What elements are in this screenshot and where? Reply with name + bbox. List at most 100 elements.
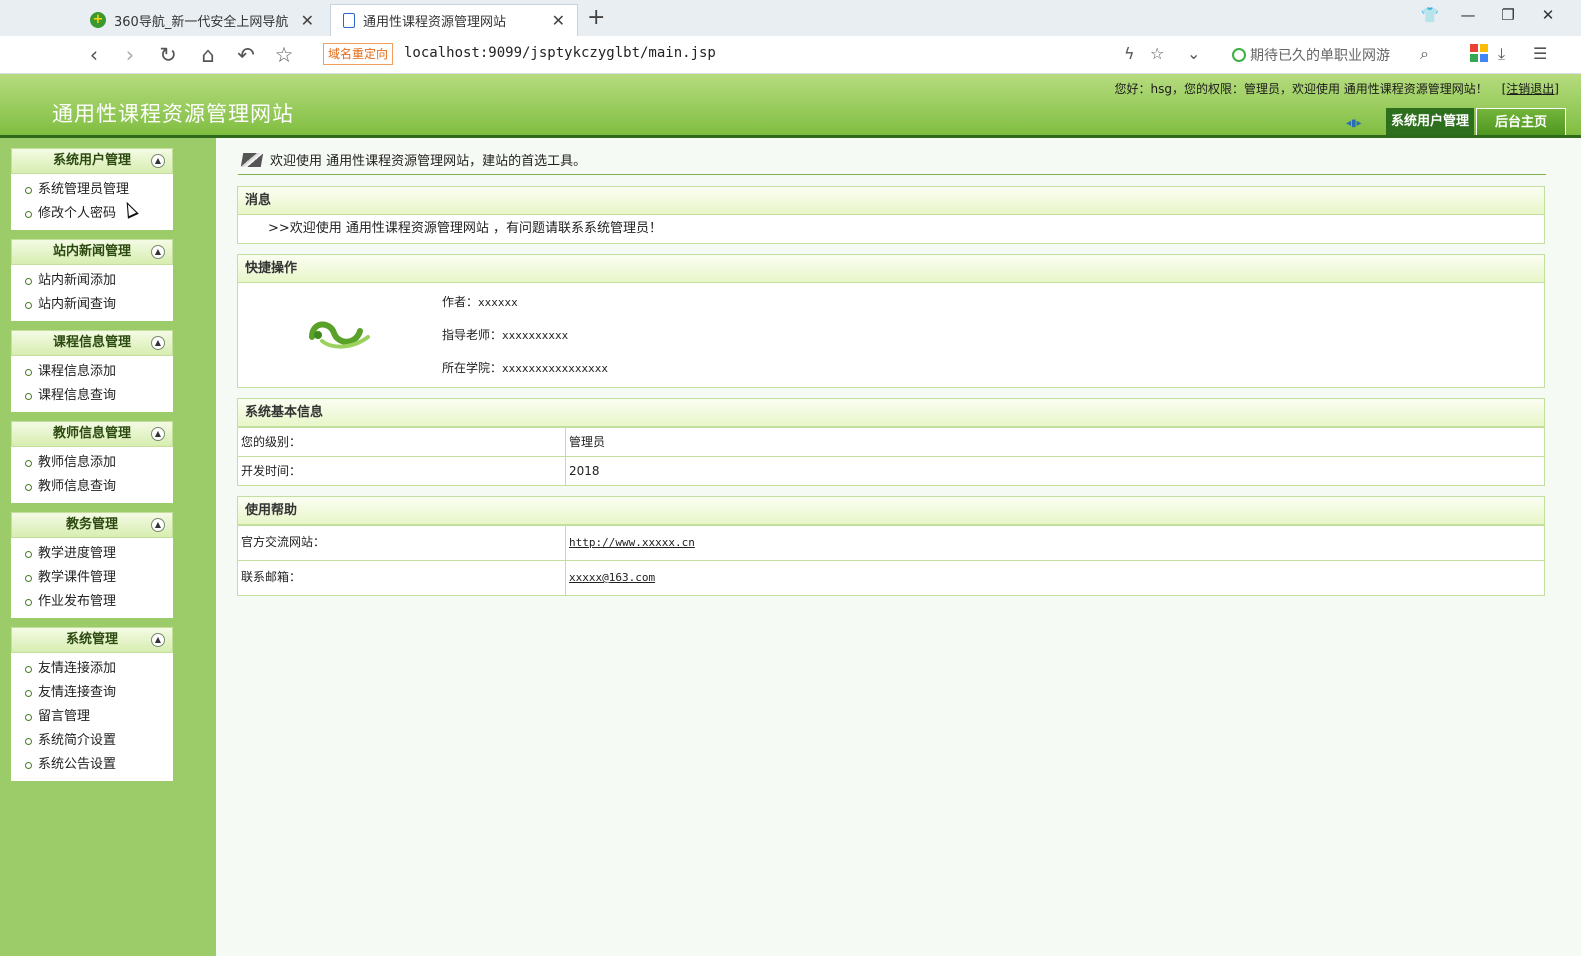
download-icon[interactable]: ⤓ [1498,44,1505,64]
forward-icon[interactable]: › [116,42,144,68]
sidebar-item-label: 课程信息添加 [38,364,117,379]
home-icon[interactable]: ⌂ [194,42,222,68]
contact-email-link[interactable]: xxxxx@163.com [569,571,655,584]
sidebar-item-teacher-query[interactable]: 教师信息查询 [11,475,173,499]
bullet-icon [25,186,32,194]
sidebar-item-label: 教师信息添加 [38,455,117,470]
admin-home-button[interactable]: 后台主页 [1476,108,1566,136]
sidebar-item-intro-settings[interactable]: 系统简介设置 [11,729,173,753]
refresh-icon[interactable]: ↻ [154,42,182,68]
sidebar-item-news-query[interactable]: 站内新闻查询 [11,293,173,317]
sidebar-item-admin-mgmt[interactable]: 系统管理员管理 [11,178,173,202]
sidebar-item-label: 站内新闻添加 [38,273,117,288]
sidebar-item-notice-settings[interactable]: 系统公告设置 [11,753,173,777]
tab-360-nav[interactable]: + 360导航_新一代安全上网导航 ✕ [78,4,326,36]
bullet-icon [25,392,32,400]
search-suggestion[interactable]: 期待已久的单职业网游 [1232,45,1390,65]
row-label: 您的级别： [238,428,566,456]
bullet-icon [25,368,32,376]
close-window-icon[interactable]: ✕ [1536,6,1560,24]
collapse-icon[interactable]: ▲ [151,633,165,647]
menu-group-header[interactable]: 教务管理 ▲ [11,512,173,538]
bullet-icon [25,737,32,745]
sidebar-item-course-add[interactable]: 课程信息添加 [11,360,173,384]
sidebar-item-label: 系统简介设置 [38,733,117,748]
menu-group-title: 课程信息管理 [52,335,131,350]
sidebar-item-link-add[interactable]: 友情连接添加 [11,657,173,681]
sidebar-item-courseware[interactable]: 教学课件管理 [11,566,173,590]
welcome-banner: 欢迎使用 通用性课程资源管理网站，建站的首选工具。 [240,150,587,169]
panel-title: 快捷操作 [238,255,1544,283]
sidebar-item-teacher-add[interactable]: 教师信息添加 [11,451,173,475]
sidebar-item-course-query[interactable]: 课程信息查询 [11,384,173,408]
favorite-star-icon[interactable]: ☆ [270,42,298,68]
search-engine-icon [1232,48,1246,62]
menu-group-header[interactable]: 课程信息管理 ▲ [11,330,173,356]
bullet-icon [25,210,32,218]
new-tab-button[interactable]: + [587,5,605,30]
menu-group-header[interactable]: 系统管理 ▲ [11,627,173,653]
book-icon [240,152,264,167]
sidebar-item-news-add[interactable]: 站内新闻添加 [11,269,173,293]
module-button-user-mgmt[interactable]: 系统用户管理 [1386,108,1474,136]
sidebar-item-link-query[interactable]: 友情连接查询 [11,681,173,705]
search-icon[interactable]: ⌕ [1420,44,1429,64]
greeting-text: 您好：hsg，您的权限：管理员，欢迎使用 通用性课程资源管理网站！ [1114,82,1488,96]
menu-group-header[interactable]: 教师信息管理 ▲ [11,421,173,447]
panel-title: 系统基本信息 [238,399,1544,427]
restore-icon[interactable]: ❐ [1496,6,1520,24]
welcome-text: 欢迎使用 通用性课程资源管理网站，建站的首选工具。 [270,154,587,169]
bullet-icon [25,277,32,285]
back-icon[interactable]: ‹ [80,42,108,68]
table-row: 联系邮箱： xxxxx@163.com [238,560,1544,595]
minimize-icon[interactable]: — [1456,6,1480,24]
collapse-icon[interactable]: ▲ [151,245,165,259]
close-icon[interactable]: ✕ [301,11,314,30]
sidebar-item-homework[interactable]: 作业发布管理 [11,590,173,614]
toggle-sidebar-icon[interactable] [1346,115,1370,127]
skin-icon[interactable]: 👕 [1418,6,1442,24]
close-icon[interactable]: ✕ [552,11,565,30]
tab-course-site[interactable]: 通用性课程资源管理网站 ✕ [330,4,578,36]
redirect-badge[interactable]: 域名重定向 [323,43,394,65]
menu-group-title: 教师信息管理 [52,426,131,441]
bookmark-star-icon[interactable]: ☆ [1150,44,1164,63]
menu-group-title: 教务管理 [65,517,118,532]
tab-title: 360导航_新一代安全上网导航 [114,14,289,30]
speed-mode-icon[interactable]: ϟ [1124,44,1135,63]
site-logo-icon [309,321,370,349]
sidebar-item-label: 作业发布管理 [38,594,117,609]
bullet-icon [25,301,32,309]
table-row: 开发时间： 2018 [238,456,1544,485]
collapse-icon[interactable]: ▲ [151,336,165,350]
sidebar-item-label: 站内新闻查询 [38,297,117,312]
menu-group-header[interactable]: 站内新闻管理 ▲ [11,239,173,265]
chevron-down-icon[interactable]: ⌄ [1187,44,1200,63]
bullet-icon [25,761,32,769]
sidebar-item-messages[interactable]: 留言管理 [11,705,173,729]
quick-actions-panel: 快捷操作 作者：xxxxxx 指导老师：xxxxxxxxxx 所在学院：xxxx… [237,254,1545,388]
college-label: 所在学院： [442,361,503,375]
official-site-link[interactable]: http://www.xxxxx.cn [569,536,695,549]
row-value: 管理员 [569,435,606,449]
url-input[interactable]: localhost:9099/jsptykczyglbt/main.jsp [404,45,716,61]
site-title: 通用性课程资源管理网站 [52,102,294,126]
sidebar-item-progress[interactable]: 教学进度管理 [11,542,173,566]
menu-group-user-mgmt: 系统用户管理 ▲ 系统管理员管理 修改个人密码 [11,148,173,230]
menu-icon[interactable]: ☰ [1533,44,1547,63]
table-row: 官方交流网站： http://www.xxxxx.cn [238,525,1544,560]
collapse-icon[interactable]: ▲ [151,427,165,441]
college-line: 所在学院：xxxxxxxxxxxxxxxx [442,359,608,376]
sidebar-item-change-password[interactable]: 修改个人密码 [11,202,173,226]
address-toolbar: ‹ › ↻ ⌂ ↶ ☆ 域名重定向 localhost:9099/jsptykc… [0,36,1581,74]
panel-title: 消息 [238,187,1544,215]
collapse-icon[interactable]: ▲ [151,518,165,532]
apps-icon[interactable] [1470,44,1488,62]
menu-group-header[interactable]: 系统用户管理 ▲ [11,148,173,174]
logout-link[interactable]: [注销退出] [1502,82,1559,96]
undo-close-icon[interactable]: ↶ [232,42,260,68]
page-icon [343,13,355,28]
sidebar-item-label: 教学进度管理 [38,546,117,561]
menu-group-system-mgmt: 系统管理 ▲ 友情连接添加 友情连接查询 留言管理 系统简介设置 系统公告设置 [11,627,173,781]
collapse-icon[interactable]: ▲ [151,154,165,168]
